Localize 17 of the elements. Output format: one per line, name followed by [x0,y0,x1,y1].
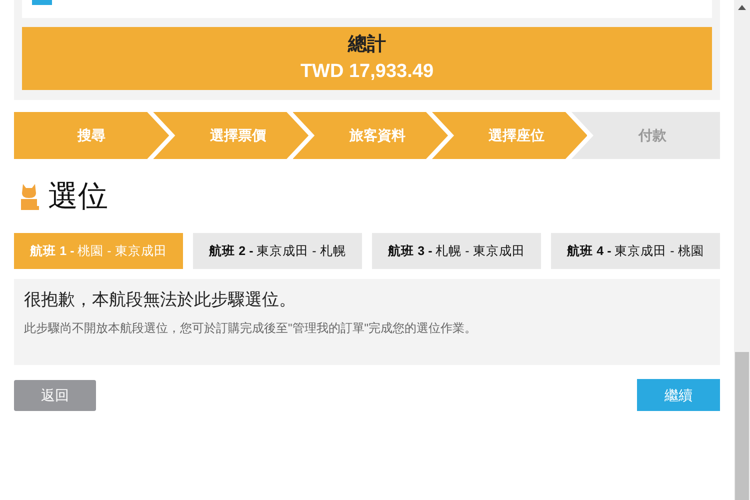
progress-step: 旅客資料 [292,112,448,159]
progress-step: 選擇座位 [432,112,588,159]
total-label: 總計 [348,32,386,56]
scrollbar-thumb[interactable] [735,352,749,500]
flight-tab[interactable]: 航班 4 - 東京成田 - 桃園 [551,233,720,269]
progress-step: 付款 [571,112,720,159]
flight-tab[interactable]: 航班 2 - 東京成田 - 札幌 [193,233,362,269]
square-icon [32,0,52,5]
progress-step: 選擇票價 [153,112,309,159]
seat-icon [18,182,40,212]
notice-title: 很抱歉，本航段無法於此步驟選位。 [24,289,297,311]
notice-text: 此步驟尚不開放本航段選位，您可於訂購完成後至"管理我的訂單"完成您的選位作業。 [24,320,478,336]
scrollbar[interactable] [734,0,750,500]
total-amount: TWD 17,933.49 [300,60,434,84]
flight-tab[interactable]: 航班 3 - 札幌 - 東京成田 [372,233,541,269]
scroll-up-icon[interactable] [738,5,746,10]
page-heading: 選位 [48,179,108,215]
